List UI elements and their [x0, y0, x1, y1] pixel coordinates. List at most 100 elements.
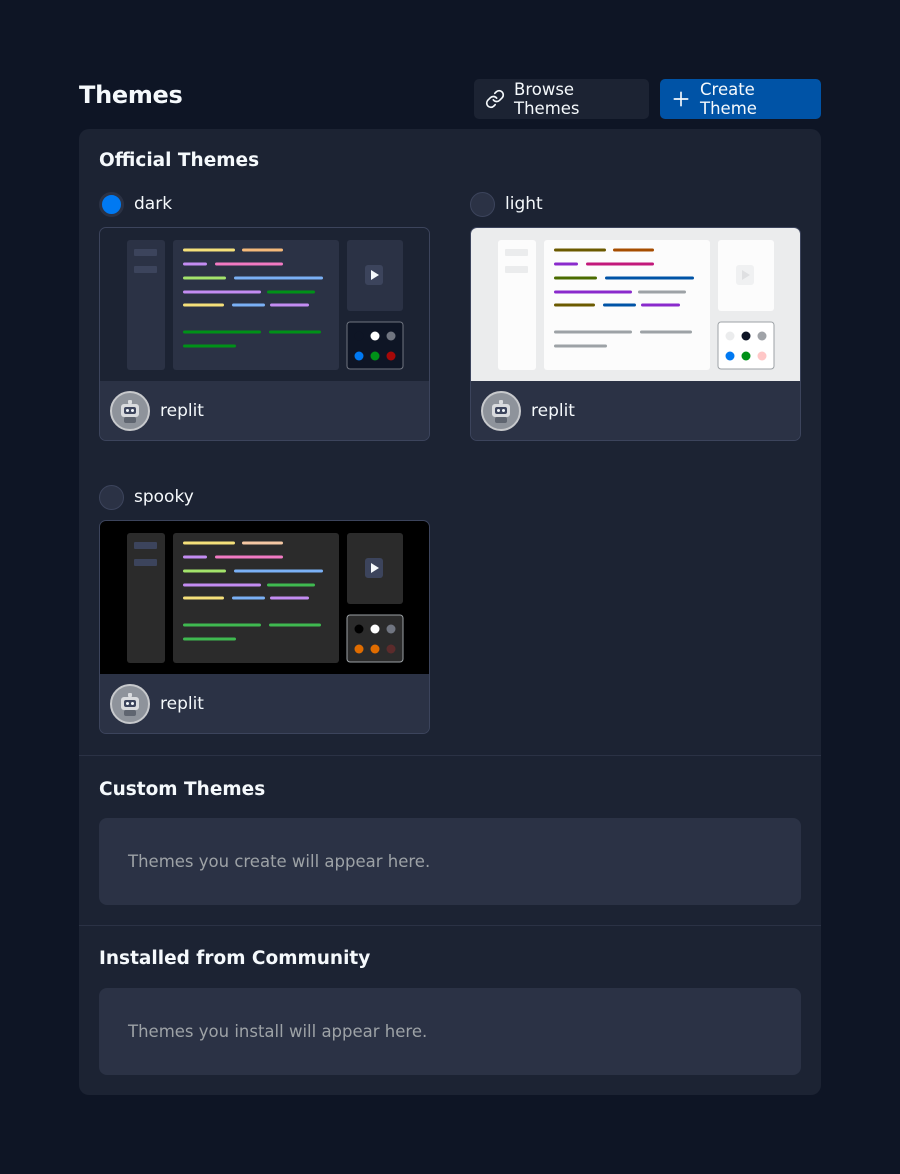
preview-code-line: [183, 637, 236, 641]
theme-radio-row[interactable]: spooky: [99, 484, 194, 510]
preview-code-line: [183, 583, 261, 587]
preview-sidebar-item: [134, 266, 157, 273]
preview-color-swatch: [741, 351, 751, 361]
preview-swatch-panel: [346, 321, 404, 370]
preview-code-line: [267, 583, 315, 587]
theme-radio[interactable]: [99, 484, 124, 510]
preview-code-line: [183, 569, 226, 573]
preview-code-line: [554, 276, 597, 280]
theme-name: dark: [134, 194, 173, 214]
preview-code-line: [183, 623, 261, 627]
preview-code-line: [605, 276, 694, 280]
theme-name: spooky: [134, 487, 194, 507]
preview-code-line: [234, 276, 323, 280]
preview-code-line: [242, 541, 283, 545]
preview-code-line: [554, 248, 606, 252]
page-header: Themes Browse Themes Create Theme: [79, 79, 821, 119]
preview-code-line: [267, 290, 315, 294]
preview-code-line: [232, 303, 265, 307]
theme-radio[interactable]: [99, 191, 124, 217]
section-divider: [79, 755, 821, 756]
preview-code-line: [269, 623, 321, 627]
preview-sidebar: [127, 240, 165, 370]
theme-radio-row[interactable]: dark: [99, 191, 172, 217]
custom-themes-empty: Themes you create will appear here.: [99, 818, 801, 905]
preview-code-line: [554, 344, 607, 348]
preview-code-line: [270, 303, 309, 307]
preview-code-line: [183, 541, 235, 545]
custom-themes-title: Custom Themes: [99, 779, 266, 800]
preview-color-swatch: [741, 331, 751, 341]
community-themes-title: Installed from Community: [99, 948, 371, 969]
theme-radio-row[interactable]: light: [470, 191, 543, 217]
preview-color-swatch: [370, 351, 380, 361]
preview-code-line: [641, 303, 680, 307]
preview-code-line: [183, 344, 236, 348]
preview-code-line: [613, 248, 654, 252]
theme-card[interactable]: replit: [99, 227, 430, 441]
theme-author: replit: [531, 401, 575, 421]
browse-themes-label: Browse Themes: [514, 80, 580, 118]
theme-card-footer: replit: [100, 381, 429, 440]
preview-color-swatch: [725, 351, 735, 361]
plus-icon: [673, 91, 689, 107]
preview-code-line: [183, 330, 261, 334]
preview-code-line: [638, 290, 686, 294]
preview-code-line: [640, 330, 692, 334]
theme-card-footer: replit: [100, 674, 429, 733]
theme-card[interactable]: replit: [470, 227, 801, 441]
preview-code-line: [183, 276, 226, 280]
preview-code-line: [586, 262, 654, 266]
theme-preview: [100, 521, 429, 674]
theme-preview: [100, 228, 429, 381]
preview-color-swatch: [370, 644, 380, 654]
preview-color-swatch: [386, 644, 396, 654]
theme-author: replit: [160, 401, 204, 421]
preview-code-line: [234, 569, 323, 573]
theme-preview: [471, 228, 800, 381]
preview-code-line: [554, 303, 595, 307]
preview-sidebar: [498, 240, 536, 370]
preview-code-line: [242, 248, 283, 252]
preview-code-line: [183, 248, 235, 252]
preview-color-swatch: [725, 331, 735, 341]
preview-code-line: [554, 262, 578, 266]
theme-name: light: [505, 194, 543, 214]
avatar: [110, 684, 150, 724]
preview-code-line: [232, 596, 265, 600]
preview-color-swatch: [370, 331, 380, 341]
preview-code-line: [603, 303, 636, 307]
preview-color-swatch: [354, 644, 364, 654]
preview-code-line: [183, 262, 207, 266]
preview-code-line: [215, 262, 283, 266]
preview-code-line: [183, 596, 224, 600]
theme-radio[interactable]: [470, 191, 495, 217]
page-title: Themes: [79, 81, 183, 109]
preview-color-swatch: [757, 331, 767, 341]
preview-color-swatch: [354, 624, 364, 634]
preview-swatch-panel: [346, 614, 404, 663]
preview-color-swatch: [354, 331, 364, 341]
themes-panel: Official Themes dark replit light replit: [79, 129, 821, 1095]
create-theme-label: Create Theme: [700, 80, 757, 118]
preview-code-line: [215, 555, 283, 559]
create-theme-button[interactable]: Create Theme: [660, 79, 821, 119]
preview-sidebar-item: [134, 559, 157, 566]
preview-color-swatch: [370, 624, 380, 634]
preview-code-line: [554, 290, 632, 294]
preview-code-line: [270, 596, 309, 600]
theme-author: replit: [160, 694, 204, 714]
avatar: [110, 391, 150, 431]
preview-sidebar-item: [134, 542, 157, 549]
browse-themes-button[interactable]: Browse Themes: [474, 79, 649, 119]
preview-color-swatch: [386, 331, 396, 341]
preview-swatch-panel: [717, 321, 775, 370]
robot-avatar-icon: [492, 400, 510, 423]
preview-code-line: [183, 290, 261, 294]
preview-color-swatch: [386, 351, 396, 361]
preview-code-line: [183, 555, 207, 559]
preview-color-swatch: [757, 351, 767, 361]
robot-avatar-icon: [121, 693, 139, 716]
preview-sidebar-item: [505, 266, 528, 273]
theme-card[interactable]: replit: [99, 520, 430, 734]
